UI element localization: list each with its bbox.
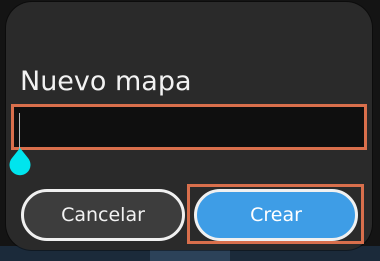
text-cursor-handle-icon[interactable] bbox=[7, 146, 33, 182]
create-button[interactable]: Crear bbox=[194, 189, 358, 241]
map-name-input[interactable] bbox=[18, 111, 360, 143]
screen: Nuevo mapa Cancelar Crear bbox=[0, 0, 380, 261]
text-caret bbox=[19, 113, 20, 149]
map-name-field[interactable] bbox=[11, 104, 367, 150]
dialog-title: Nuevo mapa bbox=[20, 66, 192, 97]
cancel-button[interactable]: Cancelar bbox=[21, 189, 185, 241]
